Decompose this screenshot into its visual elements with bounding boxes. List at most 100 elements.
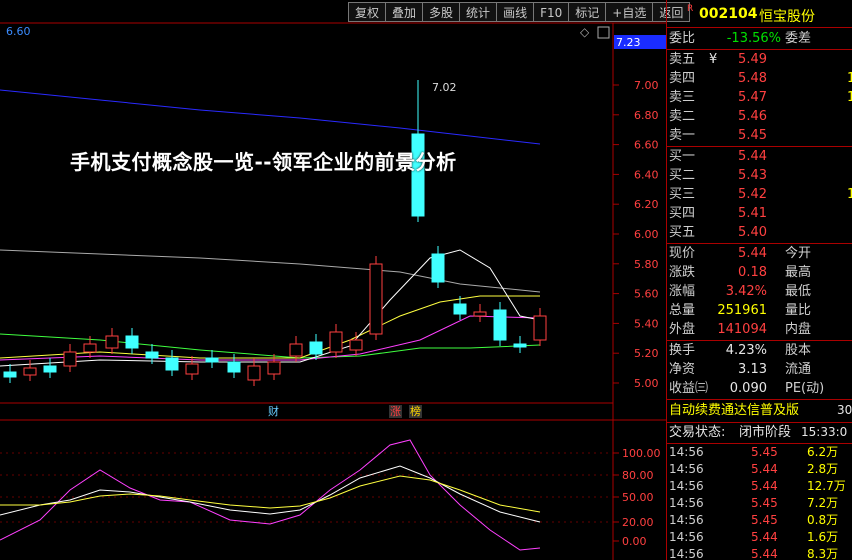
candle-body [63,351,77,367]
bid-price[interactable]: 5.41 [738,204,767,223]
ad-text[interactable]: 自动续费通达信普及版 [669,401,799,420]
quote-value: 5.44 [738,246,767,261]
panel-sep [667,27,852,28]
stock-code: 002104 [699,6,758,22]
tb-draw-line-button[interactable]: 画线 [496,2,534,22]
ask-price[interactable]: 5.46 [738,107,767,126]
ask-volume: 1 [847,71,852,86]
tick-volume: 1.6万 [807,530,839,544]
ask-label: 卖一 [669,128,696,143]
marker-cai[interactable]: 财 [268,404,279,418]
tick-time: 14:56 [669,462,704,476]
kline-chart[interactable]: 7.00 6.80 6.60 6.40 6.20 6.00 5.80 5.60 5.40 5.20… [0,0,666,560]
bid-row: 买三 5.42 1 [667,185,852,204]
candle-body [227,361,241,373]
tb-overlay-button[interactable]: 叠加 [385,2,423,22]
tick-price: 5.44 [751,547,778,560]
bid-label: 买三 [669,187,696,202]
ask-price[interactable]: 5.49 [738,50,767,69]
candle-body [105,335,119,349]
stats-label: 收益㈢ [669,381,709,396]
marker-bang[interactable]: 榜 [410,404,421,418]
tick-time: 14:56 [669,530,704,544]
tick-row: 14:56 5.45 6.2万 [667,444,852,461]
quote-label2: 量比 [785,303,812,318]
ask-price[interactable]: 5.47 [738,88,767,107]
candle-body [145,351,159,359]
ratio-label: 委比 [669,31,696,46]
bid-price[interactable]: 5.42 [738,185,767,204]
indicator-axis-label: 50.00 [622,491,654,504]
stats-label2: 流通 [785,362,812,377]
bid-row: 买一 5.44 [667,147,852,166]
tick-price: 5.44 [751,530,778,544]
bid-price[interactable]: 5.40 [738,223,767,242]
candle-body [267,361,281,375]
quote-value: 141094 [717,322,767,337]
ask-row: 卖五 ¥ 5.49 [667,50,852,69]
quote-value: 251961 [717,303,767,318]
tb-stats-button[interactable]: 统计 [459,2,497,22]
ratio-label2: 委差 [785,31,812,46]
candle-body [453,303,467,315]
article-banner: 手机支付概念股一览--领军企业的前景分析 [70,150,457,174]
tb-f10-button[interactable]: F10 [533,2,569,22]
bid-label: 买四 [669,206,696,221]
tb-multi-stock-button[interactable]: 多股 [422,2,460,22]
quote-label: 现价 [669,246,696,261]
stats-row: 净资 3.13 流通 [667,360,852,379]
candle-body [431,253,445,283]
stats-value: 3.13 [738,362,767,377]
tick-row: 14:56 5.45 7.2万 [667,495,852,512]
ask-price[interactable]: 5.45 [738,126,767,145]
bid-price[interactable]: 5.43 [738,166,767,185]
diamond-icon[interactable]: ◇ [580,25,590,39]
stats-label: 净资 [669,362,696,377]
candle-body [369,263,383,335]
quote-row: 外盘 141094 内盘 [667,320,852,339]
tb-fuquan-button[interactable]: 复权 [348,2,386,22]
tick-price: 5.44 [751,479,778,493]
candle-body [329,331,343,353]
tick-time: 14:56 [669,479,704,493]
ask-label: 卖二 [669,109,696,124]
tb-add-favorite-button[interactable]: +自选 [605,2,653,22]
trade-status-label: 交易状态: [669,425,726,440]
bid-list: 买一 5.44 买二 5.43 买三 5.42 1 买四 5.41 买五 5.4… [667,147,852,242]
tick-row: 14:56 5.44 1.6万 [667,529,852,546]
trade-status-time: 15:33:0 [801,425,848,439]
indicator-axis-label: 80.00 [622,469,654,482]
quote-label: 总量 [669,303,696,318]
tick-row: 14:56 5.44 2.8万 [667,461,852,478]
tick-time: 14:56 [669,513,704,527]
ask-row: 卖三 5.47 1 [667,88,852,107]
quote-label2: 今开 [785,246,812,261]
bid-label: 买二 [669,168,696,183]
stats-value: 0.090 [729,381,767,396]
ask-list: 卖五 ¥ 5.49 卖四 5.48 1 卖三 5.47 1 卖二 5.46 卖一… [667,50,852,145]
price-axis-label: 6.80 [634,109,659,122]
price-axis-label: 7.00 [634,79,659,92]
ad-tail: 30 [837,403,852,417]
tb-mark-button[interactable]: 标记 [568,2,606,22]
ask-price[interactable]: 5.48 [738,69,767,88]
tick-price: 5.45 [751,445,778,459]
quote-value: 3.42% [725,284,767,299]
bid-price[interactable]: 5.44 [738,147,767,166]
indicator-axis-label: 100.00 [622,447,661,460]
ad-row[interactable]: 自动续费通达信普及版 30 [667,401,852,421]
candle-body [165,357,179,371]
marker-zhang[interactable]: 涨 [390,405,401,418]
candle-body [247,365,261,381]
bid-volume: 1 [847,187,852,202]
quote-row: 涨跌 0.18 最高 [667,263,852,282]
tick-list: 14:56 5.45 6.2万 14:56 5.44 2.8万 14:56 5.… [667,444,852,560]
candle-body [3,371,17,378]
candle-body [23,367,37,376]
tick-time: 14:56 [669,445,704,459]
price-axis-label: 6.00 [634,228,659,241]
ask-label: 卖五 [669,52,696,67]
trade-status-row: 交易状态: 闭市阶段 15:33:0 [667,423,852,442]
price-tag: 7.23 [616,36,641,49]
quote-label: 涨幅 [669,284,696,299]
